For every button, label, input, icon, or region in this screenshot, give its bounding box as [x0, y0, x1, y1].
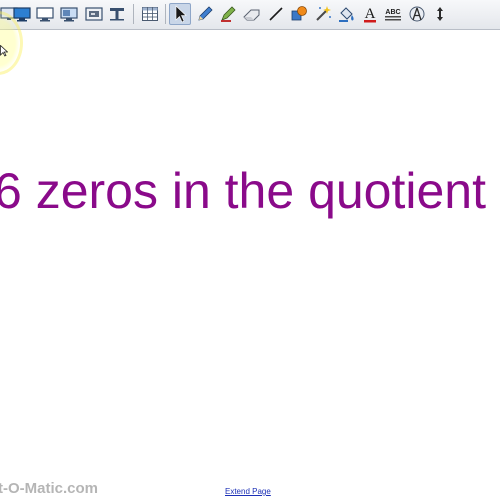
text-cursor-icon[interactable] — [106, 3, 128, 25]
display-4-icon[interactable] — [58, 3, 80, 25]
pen-icon[interactable] — [194, 3, 216, 25]
text-style-label: ABC — [385, 9, 400, 16]
text-color-label: A — [365, 6, 376, 22]
toolbar: A ABC — [0, 0, 500, 30]
magic-wand-icon[interactable] — [312, 3, 334, 25]
table-icon[interactable] — [139, 3, 161, 25]
mouse-pointer-icon — [0, 44, 9, 62]
display-2-icon[interactable] — [11, 3, 33, 25]
whiteboard-canvas[interactable]: 6 zeros in the quotient — [0, 30, 500, 500]
line-icon[interactable] — [265, 3, 287, 25]
toolbar-separator — [165, 4, 166, 24]
canvas-main-text: 6 zeros in the quotient — [0, 163, 486, 219]
display-3-icon[interactable] — [34, 3, 56, 25]
select-arrow-icon[interactable] — [169, 3, 191, 25]
extend-page-link[interactable]: Extend Page — [225, 487, 271, 496]
highlighter-icon[interactable] — [217, 3, 239, 25]
fill-icon[interactable] — [335, 3, 357, 25]
text-style-icon[interactable]: ABC — [382, 3, 404, 25]
toolbar-separator — [133, 4, 134, 24]
vertical-resize-icon[interactable] — [429, 3, 451, 25]
text-color-icon[interactable]: A — [359, 3, 381, 25]
watermark-text: t-O-Matic.com — [0, 480, 99, 497]
shapes-icon[interactable] — [288, 3, 310, 25]
eraser-icon[interactable] — [241, 3, 263, 25]
geometry-icon[interactable] — [406, 3, 428, 25]
screen-capture-icon[interactable] — [83, 3, 105, 25]
